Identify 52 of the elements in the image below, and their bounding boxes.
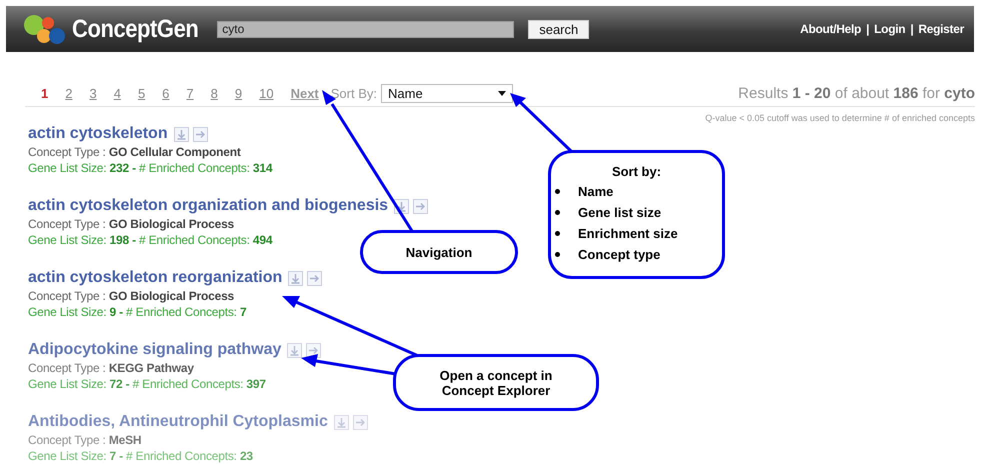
logo-icon — [24, 13, 68, 45]
cutoff-note: Q-value < 0.05 cutoff was used to determine # of enriched concepts — [704, 113, 975, 123]
nav-link[interactable]: Login — [874, 22, 906, 36]
page-link[interactable]: 5 — [138, 86, 146, 100]
concept-type: Concept Type : GO Biological Process — [28, 289, 234, 303]
search-button[interactable]: search — [528, 20, 590, 38]
nav-link[interactable]: Register — [918, 22, 964, 36]
bullet-icon — [555, 189, 560, 194]
callout-item: Concept type — [578, 246, 660, 264]
callout-item: Name — [578, 183, 614, 201]
results-summary: Results 1 - 20 of about 186 for cyto — [738, 84, 975, 102]
page-link[interactable]: 2 — [65, 86, 72, 100]
concept-stats: Gene List Size: 72 - # Enriched Concepts: 397 — [28, 377, 266, 391]
page-link[interactable]: 8 — [210, 86, 218, 100]
concept-link[interactable]: Antibodies, Antineutrophil Cytoplasmic — [28, 413, 328, 431]
concept-link[interactable]: actin cytoskeleton organization and biogenesis — [28, 197, 388, 215]
caret-icon — [498, 90, 506, 96]
page-link[interactable]: 3 — [89, 86, 97, 100]
link-separator: | — [866, 22, 870, 36]
concept-link[interactable]: actin cytoskeleton reorganization — [28, 269, 282, 287]
search-field[interactable]: cyto — [217, 20, 514, 38]
page-link[interactable]: 7 — [186, 86, 194, 100]
concept-link[interactable]: actin cytoskeleton — [28, 125, 168, 143]
callout-item: Enrichment size — [578, 225, 678, 243]
sort-dropdown[interactable]: Name — [381, 84, 514, 102]
arrow-right-icon[interactable] — [306, 342, 322, 358]
callout-text: Open a concept in Concept Explorer — [438, 368, 554, 398]
page-link[interactable]: 1 — [41, 86, 48, 100]
link-separator: | — [910, 22, 914, 36]
page-link[interactable]: 4 — [114, 86, 121, 100]
callout-item: Gene list size — [578, 204, 662, 222]
sort-label: Sort By: — [330, 86, 378, 100]
concept-type: Concept Type : KEGG Pathway — [28, 361, 194, 375]
callout-text: Navigation — [406, 244, 472, 260]
concept-stats: Gene List Size: 198 - # Enriched Concepts: 494 — [28, 233, 272, 247]
bullet-icon — [555, 231, 560, 236]
page-link[interactable]: 9 — [234, 86, 242, 100]
concept-type: Concept Type : GO Biological Process — [28, 217, 234, 231]
page-link[interactable]: 10 — [259, 86, 274, 100]
app-logo[interactable]: ConceptGen — [72, 14, 198, 44]
callout-title: Sort by: — [612, 164, 662, 179]
concept-stats: Gene List Size: 232 - # Enriched Concepts: 314 — [28, 161, 272, 175]
concept-stats: Gene List Size: 9 - # Enriched Concepts: 7 — [28, 305, 246, 319]
bullet-icon — [555, 210, 560, 215]
next-link[interactable]: Next — [290, 86, 319, 100]
bullet-icon — [555, 252, 560, 257]
nav-link[interactable]: About/Help — [800, 22, 862, 36]
concept-type: Concept Type : GO Cellular Component — [28, 145, 241, 159]
concept-type: Concept Type : MeSH — [28, 433, 142, 447]
page-link[interactable]: 6 — [162, 86, 170, 100]
concept-link[interactable]: Adipocytokine signaling pathway — [28, 341, 282, 359]
concept-stats: Gene List Size: 7 - # Enriched Concepts: 23 — [28, 449, 253, 463]
